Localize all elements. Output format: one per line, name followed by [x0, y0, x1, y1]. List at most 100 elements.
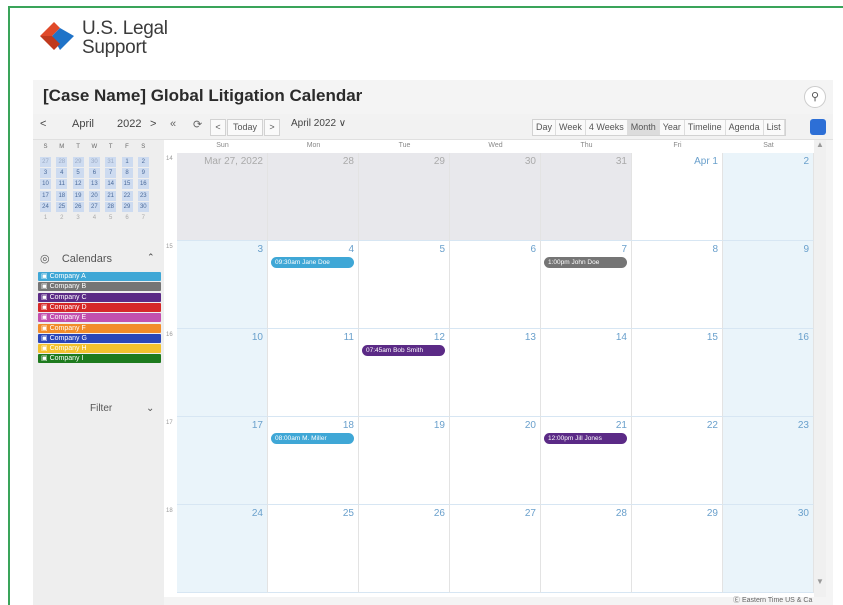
mini-day[interactable]: 30 — [137, 201, 149, 212]
mini-day[interactable]: 5 — [105, 213, 116, 223]
mini-day[interactable]: 20 — [88, 190, 100, 201]
day-cell[interactable]: 21 — [541, 417, 632, 505]
day-cell[interactable]: 27 — [450, 505, 541, 593]
mini-day[interactable]: 22 — [121, 190, 133, 201]
calendar-item-company-a[interactable]: ▣ Company A — [38, 272, 161, 281]
day-cell[interactable]: 31 — [541, 153, 632, 241]
view-list-button[interactable]: List — [764, 120, 785, 135]
day-cell[interactable]: 4 — [268, 241, 359, 329]
scroll-down-arrow-icon[interactable]: ▼ — [816, 577, 824, 586]
mini-day[interactable]: 11 — [56, 179, 68, 190]
chevron-down-icon[interactable]: ⌄ — [146, 403, 154, 414]
day-cell[interactable]: 10 — [177, 329, 268, 417]
day-cell[interactable]: 30 — [450, 153, 541, 241]
mini-day[interactable]: 7 — [105, 168, 117, 179]
mini-day[interactable]: 14 — [105, 179, 117, 190]
today-button[interactable]: Today — [227, 119, 263, 136]
day-cell[interactable]: 13 — [450, 329, 541, 417]
mini-day[interactable]: 1 — [40, 213, 51, 223]
calendar-item-company-b[interactable]: ▣ Company B — [38, 282, 161, 292]
next-period-button[interactable]: > — [264, 119, 280, 136]
vertical-scrollbar[interactable] — [814, 140, 826, 597]
day-cell[interactable]: 28 — [268, 153, 359, 241]
day-cell[interactable]: 7 — [541, 241, 632, 329]
day-cell[interactable]: 28 — [541, 505, 632, 593]
calendar-event[interactable]: 1:00pm John Doe — [544, 257, 627, 268]
calendar-item-company-h[interactable]: ▣ Company H — [38, 344, 161, 354]
mini-day[interactable]: 2 — [137, 157, 149, 167]
day-cell[interactable]: 12 — [359, 329, 450, 417]
day-cell[interactable]: 29 — [359, 153, 450, 241]
day-cell[interactable]: 17 — [177, 417, 268, 505]
search-button[interactable]: ⚲ — [804, 86, 826, 108]
prev-period-button[interactable]: < — [210, 119, 226, 136]
mini-next-month-button[interactable]: > — [150, 118, 156, 130]
mini-day[interactable]: 28 — [105, 201, 117, 212]
mini-day[interactable]: 10 — [40, 179, 51, 190]
mini-prev-month-button[interactable]: < — [40, 118, 46, 130]
view-week-button[interactable]: Week — [556, 120, 586, 135]
view-month-button[interactable]: Month — [627, 120, 660, 135]
day-cell[interactable]: 5 — [359, 241, 450, 329]
day-cell[interactable]: 14 — [541, 329, 632, 417]
day-cell[interactable]: 3 — [177, 241, 268, 329]
mini-day[interactable]: 5 — [72, 168, 84, 179]
mini-day[interactable]: 23 — [137, 190, 149, 201]
day-cell[interactable]: 23 — [723, 417, 814, 505]
calendar-item-company-f[interactable]: ▣ Company F — [38, 323, 161, 333]
mini-day[interactable]: 8 — [121, 168, 133, 179]
mini-day[interactable]: 13 — [88, 179, 100, 190]
mini-day[interactable]: 28 — [56, 157, 68, 167]
mini-year-label[interactable]: 2022 — [117, 118, 141, 130]
day-cell[interactable]: 25 — [268, 505, 359, 593]
calendar-item-company-g[interactable]: ▣ Company G — [38, 333, 161, 343]
mini-day[interactable]: 29 — [121, 201, 133, 212]
mini-day[interactable]: 15 — [121, 179, 133, 190]
mini-day[interactable]: 25 — [56, 201, 68, 212]
calendar-item-company-c[interactable]: ▣ Company C — [38, 292, 161, 302]
mini-day[interactable]: 27 — [88, 201, 100, 212]
mini-day[interactable]: 24 — [40, 201, 51, 212]
day-cell[interactable]: 26 — [359, 505, 450, 593]
mini-day[interactable]: 4 — [56, 168, 68, 179]
calendar-item-company-e[interactable]: ▣ Company E — [38, 313, 161, 323]
mini-day[interactable]: 29 — [72, 157, 84, 167]
calendar-item-company-d[interactable]: ▣ Company D — [38, 302, 161, 312]
period-dropdown[interactable]: April 2022 ∨ — [291, 118, 346, 129]
calendar-event[interactable]: 09:30am Jane Doe — [271, 257, 354, 268]
filter-label[interactable]: Filter — [90, 403, 112, 414]
collapse-sidebar-icon[interactable]: « — [170, 118, 176, 130]
scroll-up-arrow-icon[interactable]: ▲ — [816, 140, 824, 149]
day-cell[interactable]: 22 — [632, 417, 723, 505]
timezone-label[interactable]: Ⓔ Eastern Time US & Ca — [733, 595, 812, 605]
mini-day[interactable]: 12 — [72, 179, 84, 190]
mini-day[interactable]: 31 — [105, 157, 117, 167]
day-cell[interactable]: 19 — [359, 417, 450, 505]
mini-day[interactable]: 30 — [88, 157, 100, 167]
mini-day[interactable]: 6 — [122, 213, 133, 223]
mini-day[interactable]: 27 — [40, 157, 51, 167]
mini-day[interactable]: 17 — [40, 190, 51, 201]
mini-day[interactable]: 2 — [56, 213, 67, 223]
mini-day[interactable]: 3 — [73, 213, 84, 223]
view-year-button[interactable]: Year — [660, 120, 685, 135]
day-cell[interactable]: 30 — [723, 505, 814, 593]
view-day-button[interactable]: Day — [533, 120, 557, 135]
calendar-event[interactable]: 07:45am Bob Smith — [362, 345, 445, 356]
mini-day[interactable]: 26 — [72, 201, 84, 212]
mini-day[interactable]: 7 — [138, 213, 149, 223]
mini-day[interactable]: 21 — [105, 190, 117, 201]
day-cell[interactable]: 18 — [268, 417, 359, 505]
day-cell[interactable]: 16 — [723, 329, 814, 417]
calendars-header[interactable]: ◎ Calendars — [40, 252, 112, 265]
day-cell[interactable]: 11 — [268, 329, 359, 417]
calendar-event[interactable]: 12:00pm Jill Jones — [544, 433, 627, 444]
calendar-event[interactable]: 08:00am M. Miller — [271, 433, 354, 444]
mini-day[interactable]: 3 — [40, 168, 51, 179]
calendar-grid-view-button[interactable] — [810, 119, 826, 135]
day-cell[interactable]: 9 — [723, 241, 814, 329]
refresh-icon[interactable]: ⟳ — [193, 118, 202, 131]
day-cell[interactable]: 2 — [723, 153, 814, 241]
mini-day[interactable]: 18 — [56, 190, 68, 201]
mini-day[interactable]: 19 — [72, 190, 84, 201]
